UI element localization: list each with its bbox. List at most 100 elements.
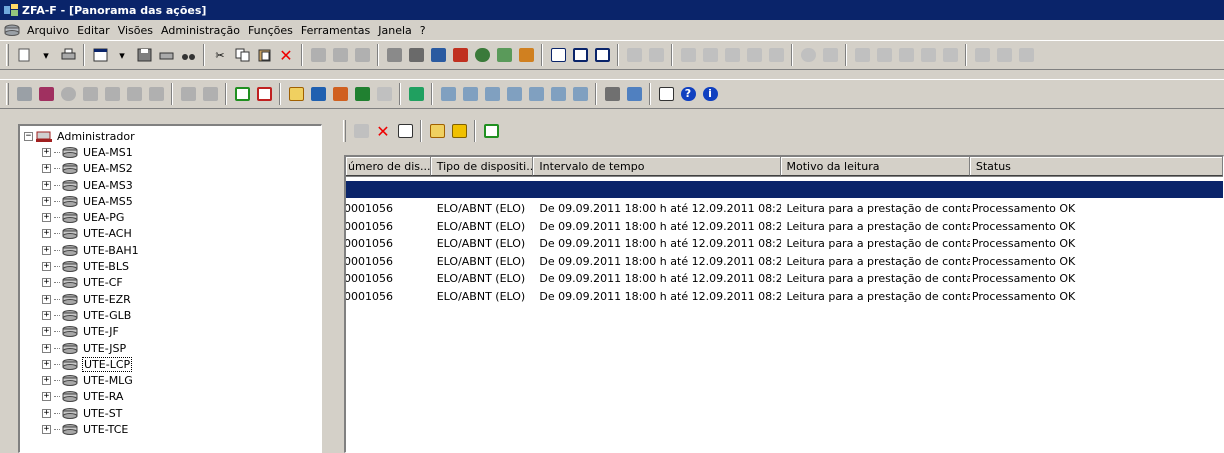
expand-icon[interactable]: + xyxy=(42,310,51,320)
disabled-button-7[interactable] xyxy=(766,44,786,66)
table-row[interactable]: 0001056 ELO/ABNT (ELO) De 09.09.2011 18:00… xyxy=(346,218,1223,236)
tree-item[interactable]: + UTE-LCP xyxy=(20,356,321,372)
report-button-6[interactable] xyxy=(548,83,568,105)
refresh-button[interactable] xyxy=(232,83,252,105)
disabled-button-17[interactable] xyxy=(1016,44,1036,66)
menu-janela[interactable]: Janela xyxy=(374,24,416,37)
find-button[interactable] xyxy=(178,44,198,66)
archive-button[interactable] xyxy=(146,83,166,105)
table-row[interactable]: 0001056 ELO/ABNT (ELO) De 09.09.2011 18:00… xyxy=(346,253,1223,271)
split-h-button[interactable] xyxy=(570,44,590,66)
expand-icon[interactable]: + xyxy=(42,213,51,223)
expand-icon[interactable]: + xyxy=(42,245,51,255)
disabled-button-4[interactable] xyxy=(700,44,720,66)
expand-icon[interactable]: + xyxy=(42,327,51,337)
users-button[interactable] xyxy=(36,83,56,105)
split-v-button[interactable] xyxy=(592,44,612,66)
clock-button[interactable] xyxy=(58,83,78,105)
disabled-button-8[interactable] xyxy=(798,44,818,66)
expand-icon[interactable]: + xyxy=(42,424,51,434)
report-button-1[interactable] xyxy=(438,83,458,105)
disabled-button-14[interactable] xyxy=(940,44,960,66)
tree-item[interactable]: + UTE-JF xyxy=(20,324,321,340)
transfer-button[interactable] xyxy=(308,83,328,105)
report-button-5[interactable] xyxy=(526,83,546,105)
tree-item[interactable]: + UEA-PG xyxy=(20,209,321,225)
toolbar-handle[interactable] xyxy=(6,83,9,105)
disabled-button-9[interactable] xyxy=(820,44,840,66)
disabled-button-15[interactable] xyxy=(972,44,992,66)
disabled-button-2[interactable] xyxy=(646,44,666,66)
report-button-4[interactable] xyxy=(504,83,524,105)
screen-button[interactable] xyxy=(80,83,100,105)
disabled-button-5[interactable] xyxy=(722,44,742,66)
import-button[interactable] xyxy=(330,83,350,105)
stop-process-button[interactable] xyxy=(254,83,274,105)
expand-icon[interactable]: + xyxy=(42,196,51,206)
action-new-button[interactable] xyxy=(351,120,371,142)
menu-funcoes[interactable]: Funções xyxy=(244,24,297,37)
mail-button[interactable] xyxy=(286,83,306,105)
expand-icon[interactable]: + xyxy=(42,262,51,272)
menu-ferramentas[interactable]: Ferramentas xyxy=(297,24,374,37)
disabled-button-16[interactable] xyxy=(994,44,1014,66)
print-preview-button[interactable] xyxy=(156,44,176,66)
delete-button[interactable]: ✕ xyxy=(276,44,296,66)
expand-icon[interactable]: + xyxy=(42,180,51,190)
menu-visoes[interactable]: Visões xyxy=(114,24,157,37)
device-button[interactable] xyxy=(406,44,426,66)
expand-icon[interactable]: + xyxy=(42,147,51,157)
table-row[interactable]: 0001056 ELO/ABNT (ELO) De 09.09.2011 18:00… xyxy=(346,270,1223,288)
action-mail-button[interactable] xyxy=(427,120,447,142)
tree-item[interactable]: + UEA-MS2 xyxy=(20,161,321,177)
collapse-icon[interactable]: − xyxy=(24,131,33,141)
print-button[interactable] xyxy=(58,44,78,66)
tool-button-3[interactable] xyxy=(352,44,372,66)
menu-help[interactable]: ? xyxy=(416,24,430,37)
tool-button-2[interactable] xyxy=(330,44,350,66)
action-archive-button[interactable] xyxy=(449,120,469,142)
tree-item[interactable]: + UTE-GLB xyxy=(20,307,321,323)
chart-button[interactable] xyxy=(124,83,144,105)
tree-item[interactable]: + UTE-TCE xyxy=(20,421,321,437)
expand-icon[interactable]: + xyxy=(42,408,51,418)
export-button[interactable] xyxy=(602,83,622,105)
column-header-intervalo[interactable]: Intervalo de tempo xyxy=(533,157,781,176)
selected-row[interactable] xyxy=(346,181,1223,198)
expand-icon[interactable]: + xyxy=(42,278,51,288)
table-row[interactable]: 0001056 ELO/ABNT (ELO) De 09.09.2011 18:00… xyxy=(346,288,1223,306)
hierarchy-button[interactable] xyxy=(200,83,220,105)
disabled-button-10[interactable] xyxy=(852,44,872,66)
column-header-motivo[interactable]: Motivo da leitura xyxy=(780,157,970,176)
toolbar-handle[interactable] xyxy=(343,120,346,142)
tile-button[interactable] xyxy=(548,44,568,66)
menu-arquivo[interactable]: Arquivo xyxy=(23,24,73,37)
disabled-button-12[interactable] xyxy=(896,44,916,66)
disabled-button-1[interactable] xyxy=(624,44,644,66)
actions-grid[interactable]: úmero de dis... Tipo de dispositi... Int… xyxy=(344,155,1224,453)
action-refresh-button[interactable] xyxy=(481,120,501,142)
column-header-tipo[interactable]: Tipo de dispositi... xyxy=(430,157,534,176)
network-button[interactable] xyxy=(494,44,514,66)
info-button[interactable]: i xyxy=(700,83,720,105)
app-menu-icon[interactable] xyxy=(4,24,20,36)
save-button[interactable] xyxy=(134,44,154,66)
menu-editar[interactable]: Editar xyxy=(73,24,114,37)
disabled-button-13[interactable] xyxy=(918,44,938,66)
connect-button[interactable] xyxy=(516,44,536,66)
expand-icon[interactable]: + xyxy=(42,294,51,304)
tree-item[interactable]: + UTE-JSP xyxy=(20,340,321,356)
gear-button[interactable] xyxy=(472,44,492,66)
expand-icon[interactable]: + xyxy=(42,359,51,369)
meter-button[interactable] xyxy=(384,44,404,66)
tree-item[interactable]: + UTE-BAH1 xyxy=(20,242,321,258)
tree-item[interactable]: + UEA-MS5 xyxy=(20,193,321,209)
report-button-3[interactable] xyxy=(482,83,502,105)
tree-item[interactable]: + UEA-MS3 xyxy=(20,177,321,193)
new-button[interactable] xyxy=(14,44,34,66)
properties-button[interactable] xyxy=(656,83,676,105)
cut-button[interactable]: ✂ xyxy=(210,44,230,66)
copy-button[interactable] xyxy=(232,44,252,66)
tree-item[interactable]: + UTE-ST xyxy=(20,405,321,421)
tree-button[interactable] xyxy=(178,83,198,105)
